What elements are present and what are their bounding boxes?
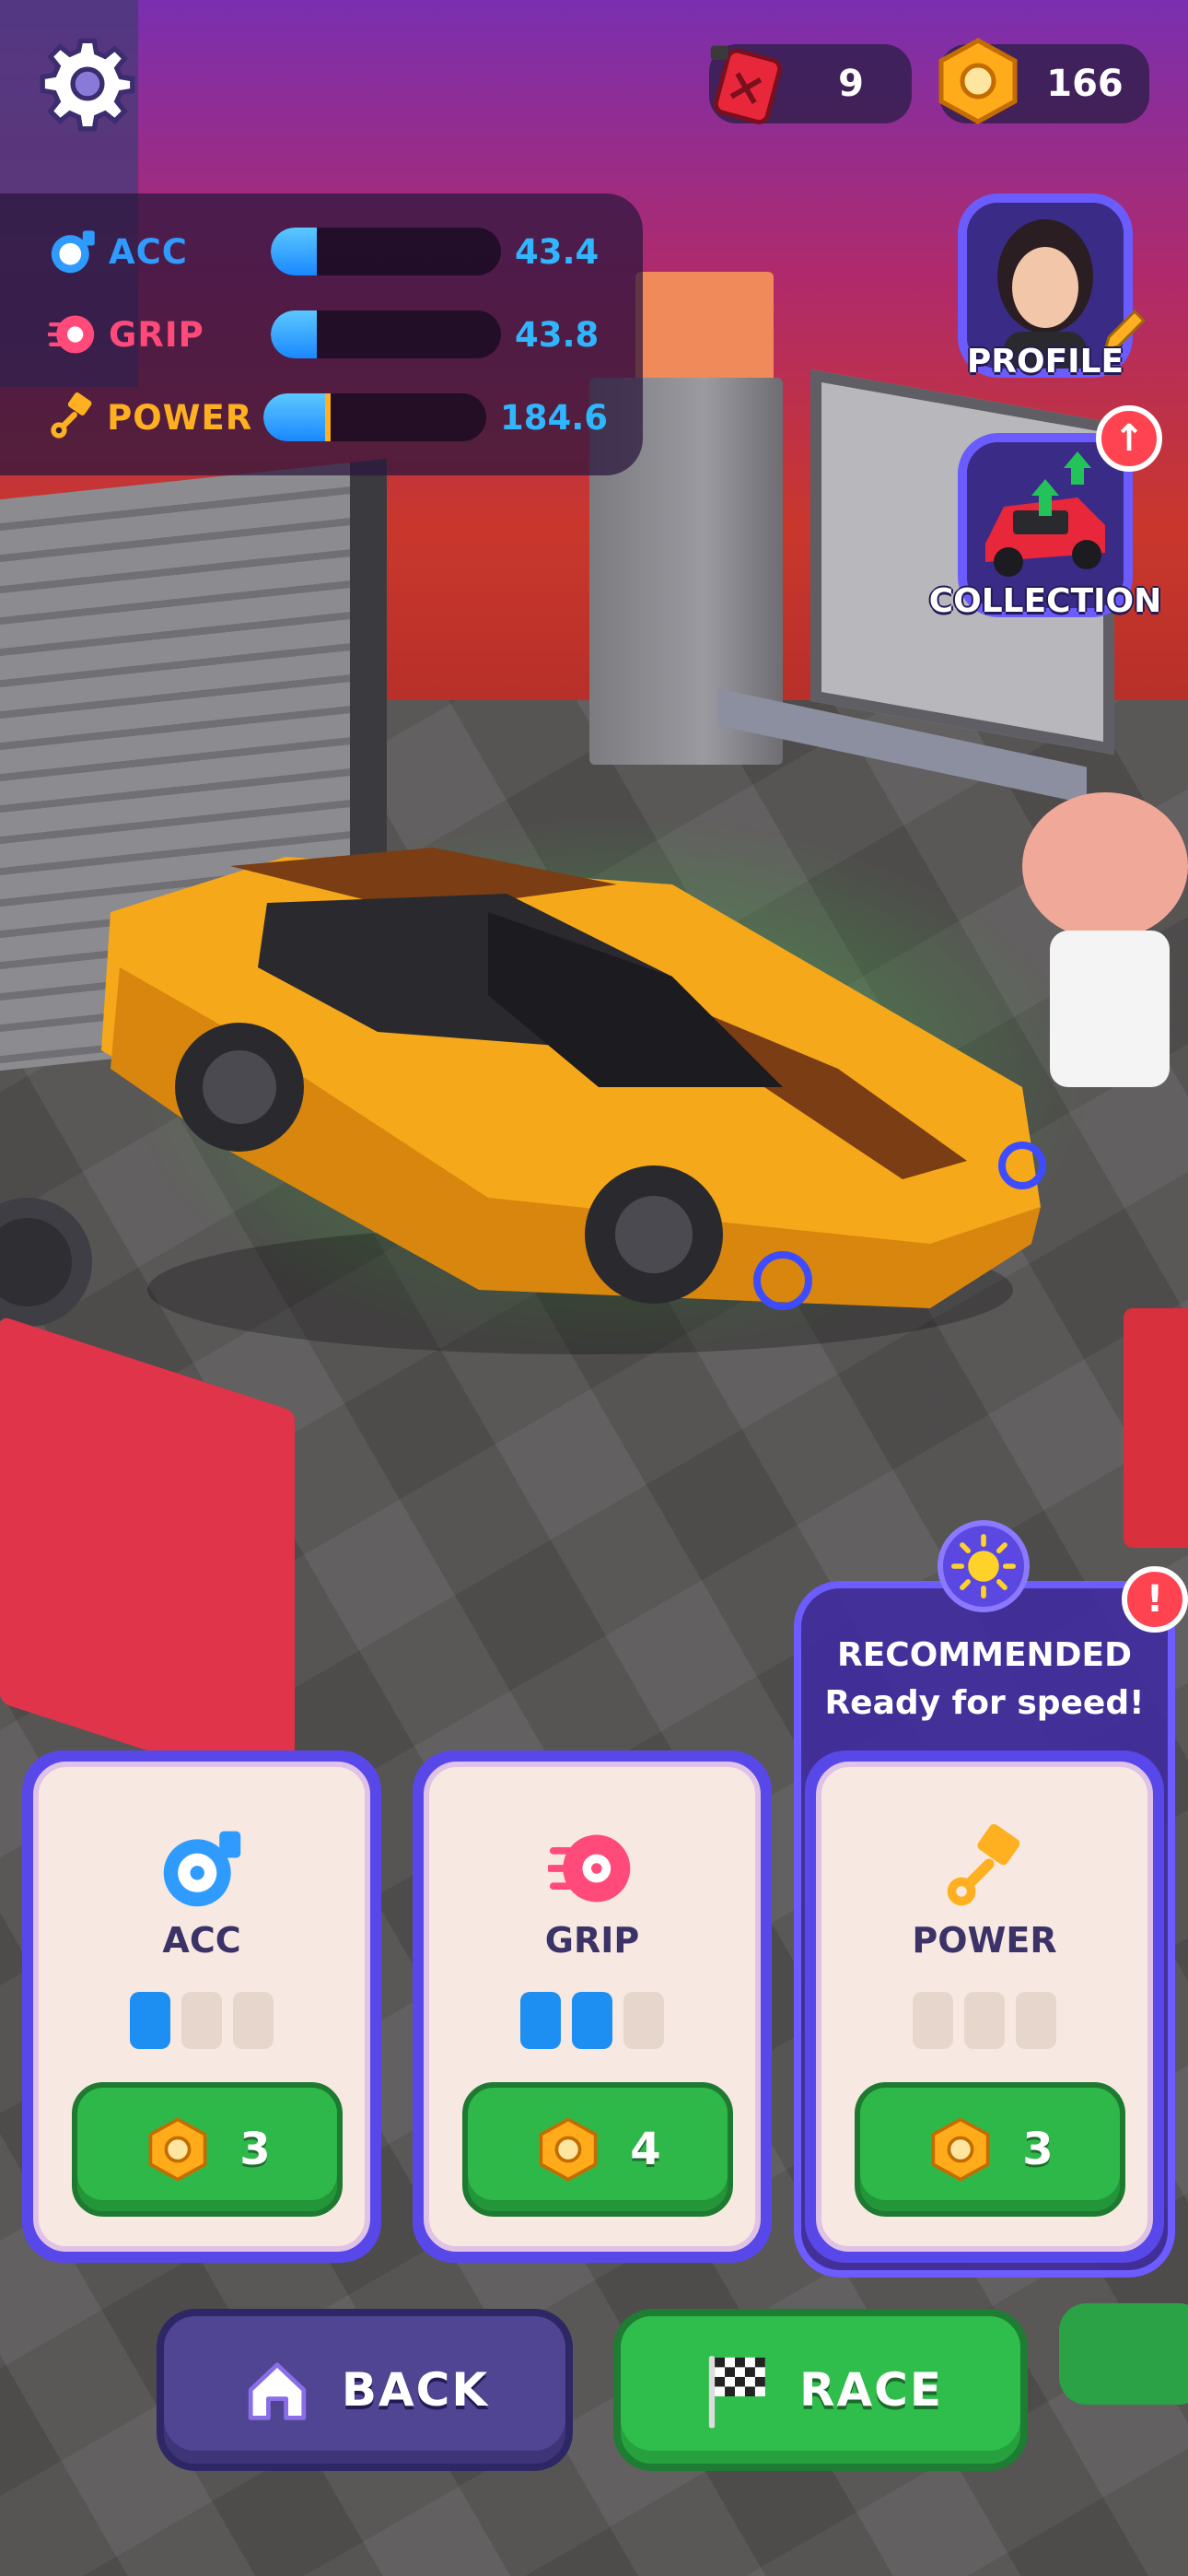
upgrade-cost-power: 3 — [1022, 2124, 1054, 2175]
race-button[interactable]: RACE — [613, 2309, 1028, 2471]
home-icon — [248, 2362, 307, 2420]
back-button[interactable]: BACK — [157, 2309, 573, 2471]
hex-nut-icon — [931, 2117, 990, 2182]
buy-grip-button[interactable]: 4 — [462, 2082, 733, 2217]
stat-row-power: POWER 184.6 — [46, 385, 608, 450]
hex-nut-icon — [932, 35, 1024, 127]
piston-icon — [46, 391, 98, 444]
piston-icon — [938, 1822, 1031, 1914]
upgrade-card-power: POWER 3 — [805, 1751, 1164, 2263]
stat-bar-grip — [271, 310, 501, 358]
cardboard-box — [635, 272, 774, 392]
upgrade-card-grip: GRIP 4 — [413, 1751, 772, 2263]
gear-icon — [40, 38, 135, 132]
car-stats-panel: ACC 43.4 GRIP 43.8 POWER 184.6 — [0, 193, 643, 475]
stat-fill-acc — [271, 228, 317, 275]
level-pip — [964, 1992, 1005, 2049]
stat-fill-grip — [271, 310, 317, 358]
upgrade-card-acc: ACC 3 — [22, 1751, 381, 2263]
upgrade-cost-grip: 4 — [630, 2124, 661, 2175]
upgrade-name-grip: GRIP — [544, 1920, 640, 1961]
buy-power-button[interactable]: 3 — [855, 2082, 1125, 2217]
collection-upgrade-badge: ↑ — [1096, 405, 1162, 472]
level-pips-grip — [429, 1992, 755, 2049]
stat-row-acc: ACC 43.4 — [46, 219, 608, 284]
collection-label: COLLECTION — [928, 582, 1162, 620]
race-label: RACE — [798, 2363, 944, 2417]
alert-mark: ! — [1146, 1578, 1164, 1621]
profile-label: PROFILE — [966, 343, 1124, 381]
red-tool-cart — [1124, 1308, 1188, 1548]
buy-acc-button[interactable]: 3 — [72, 2082, 343, 2217]
level-pip — [181, 1992, 222, 2049]
nut-value: 166 — [1046, 63, 1124, 105]
level-pip — [1016, 1992, 1056, 2049]
stat-row-grip: GRIP 43.8 — [46, 302, 608, 367]
settings-button[interactable] — [37, 33, 138, 135]
hex-nut-icon — [148, 2117, 207, 2182]
level-pips-power — [821, 1992, 1147, 2049]
recommended-alert-badge: ! — [1122, 1566, 1188, 1633]
stat-label-grip: GRIP — [109, 314, 204, 355]
stat-value-power: 184.6 — [499, 397, 609, 438]
muscle-car-illustration — [101, 848, 1046, 1354]
turbo-icon — [156, 1822, 248, 1914]
badge-arrow: ↑ — [1113, 417, 1145, 460]
hex-nut-icon — [539, 2117, 598, 2182]
level-pip — [233, 1992, 274, 2049]
upgrade-cost-acc: 3 — [239, 2124, 271, 2175]
checkered-flag-icon — [708, 2356, 765, 2429]
recommended-subtitle: Ready for speed! — [824, 1684, 1145, 1722]
back-label: BACK — [341, 2363, 490, 2417]
stat-label-acc: ACC — [109, 231, 188, 272]
turbo-icon — [46, 225, 99, 278]
stat-label-power: POWER — [107, 397, 253, 438]
stat-fill-power — [263, 393, 331, 441]
level-pip — [572, 1992, 612, 2049]
level-pip — [130, 1992, 170, 2049]
player-car[interactable] — [101, 811, 1050, 1354]
stat-bar-acc — [271, 228, 501, 275]
stat-value-acc: 43.4 — [515, 231, 600, 272]
power-drill — [1059, 2303, 1188, 2405]
fuel-value: 9 — [838, 63, 864, 105]
stat-value-grip: 43.8 — [515, 314, 600, 355]
fuel-can-icon — [702, 35, 794, 127]
stat-bar-power — [263, 393, 486, 441]
level-pip — [623, 1992, 664, 2049]
nut-currency-counter: 166 — [938, 38, 1149, 124]
upgrade-name-acc: ACC — [162, 1920, 241, 1961]
collection-button[interactable]: ↑ COLLECTION — [929, 405, 1162, 636]
recommended-title: RECOMMENDED — [836, 1636, 1133, 1674]
profile-button[interactable]: PROFILE — [930, 193, 1147, 396]
brake-disc-icon — [546, 1822, 638, 1914]
level-pips-acc — [39, 1992, 365, 2049]
sun-icon — [938, 1520, 1030, 1612]
upgrade-name-power: POWER — [912, 1920, 1057, 1961]
level-pip — [913, 1992, 953, 2049]
fuel-counter: 9 — [709, 44, 912, 124]
level-pip — [520, 1992, 561, 2049]
brake-disc-icon — [46, 308, 99, 361]
